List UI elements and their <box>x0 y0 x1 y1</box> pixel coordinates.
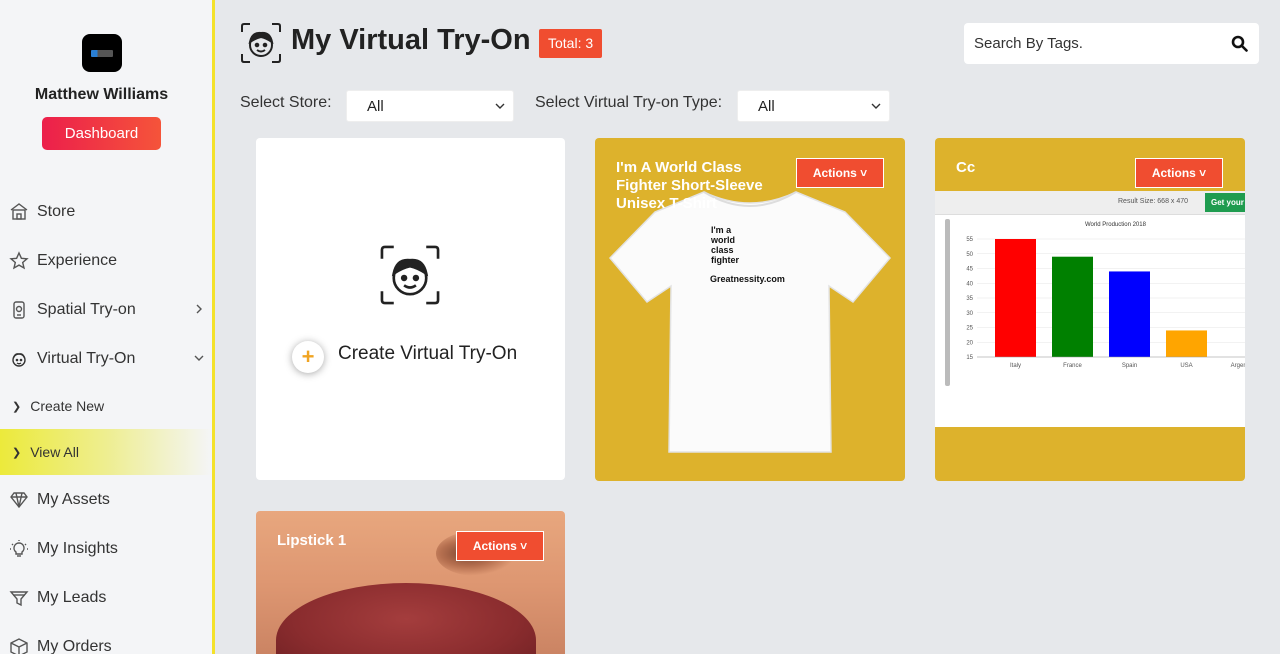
sidebar-item-spatial-try-on[interactable]: Spatial Try-on <box>0 285 212 334</box>
sidebar-item-virtual-try-on[interactable]: Virtual Try-On <box>0 334 212 383</box>
sidebar-nav: Store Experience Spatial Try-on Virtual … <box>0 187 212 654</box>
try-on-card-cc[interactable]: Cc Actions ˅ Result Size: 668 x 470 Get … <box>935 138 1245 481</box>
actions-button[interactable]: Actions ˅ <box>456 531 544 561</box>
x-tick-label: USA <box>1180 363 1192 369</box>
actions-button[interactable]: Actions ˅ <box>1135 158 1223 188</box>
sidebar-item-label: Experience <box>37 251 118 269</box>
result-size-text: Result Size: 668 x 470 <box>1118 198 1189 205</box>
sidebar-item-label: Spatial Try-on <box>37 300 136 318</box>
sidebar-item-label: My Leads <box>37 588 107 606</box>
chart-title: World Production 2018 <box>1085 222 1146 228</box>
sidebar-item-my-leads[interactable]: My Leads <box>0 573 212 622</box>
chevron-down-icon <box>871 98 881 115</box>
y-tick-label: 20 <box>966 340 973 346</box>
card-title: Lipstick 1 <box>277 532 347 549</box>
y-tick-label: 55 <box>966 237 973 243</box>
y-tick-label: 40 <box>966 281 973 287</box>
star-icon <box>8 250 30 272</box>
lips-image <box>276 583 536 654</box>
chevron-down-icon <box>194 350 204 368</box>
x-tick-label: France <box>1063 363 1082 369</box>
search-input[interactable] <box>964 23 1219 64</box>
x-tick-label: Argentina <box>1231 363 1245 369</box>
chevron-right-icon <box>194 301 204 319</box>
sidebar: Matthew Williams Dashboard Store Experie… <box>0 0 215 654</box>
face-scan-icon <box>379 244 441 306</box>
search-icon[interactable] <box>1219 35 1259 52</box>
sidebar-item-my-assets[interactable]: My Assets <box>0 475 212 524</box>
tshirt-image <box>609 191 891 453</box>
tshirt-print-site: Greatnessity.com <box>710 274 785 284</box>
bar-chart: 55 50 45 40 35 30 25 20 15 Italy France Spain USA Arg… <box>966 237 1245 369</box>
sidebar-item-store[interactable]: Store <box>0 187 212 236</box>
store-select-value: All <box>367 97 384 115</box>
create-virtual-try-on-label: Create Virtual Try-On <box>338 343 518 364</box>
sidebar-item-label: My Insights <box>37 539 118 557</box>
sidebar-subitem-create-new[interactable]: ❯ Create New <box>0 383 212 429</box>
bar-spain <box>1109 271 1150 357</box>
diamond-icon <box>8 489 30 511</box>
total-badge: Total: 3 <box>539 29 603 58</box>
brand-logo[interactable] <box>82 34 122 72</box>
create-virtual-try-on-card[interactable]: + Create Virtual Try-On <box>256 138 565 480</box>
chart-screenshot: Result Size: 668 x 470 Get your World Pr… <box>935 191 1245 427</box>
bar-italy <box>995 239 1036 357</box>
card-title: Cc <box>956 159 976 176</box>
y-tick-label: 25 <box>966 326 973 332</box>
chevron-down-icon: ˅ <box>1199 166 1207 180</box>
chevron-right-icon: ❯ <box>12 400 22 413</box>
y-tick-label: 50 <box>966 252 973 258</box>
box-icon <box>8 636 30 654</box>
card-title: I'm A World Class Fighter Short-Sleeve U… <box>616 159 763 212</box>
sidebar-item-my-orders[interactable]: My Orders <box>0 622 212 654</box>
search-bar <box>964 23 1259 64</box>
scrollbar <box>945 219 950 386</box>
plus-icon[interactable]: + <box>292 341 324 373</box>
y-tick-label: 30 <box>966 311 973 317</box>
x-tick-label: Spain <box>1122 363 1137 369</box>
face-icon <box>8 348 30 370</box>
sidebar-subitem-view-all[interactable]: ❯ View All <box>0 429 212 475</box>
sidebar-item-label: My Assets <box>37 490 110 508</box>
main-content: My Virtual Try-On Total: 3 Select Store:… <box>215 0 1280 654</box>
type-select-value: All <box>758 97 775 115</box>
user-name: Matthew Williams <box>34 86 169 103</box>
chevron-down-icon: ˅ <box>860 166 868 180</box>
tshirt-print-text: I'm a world class fighter <box>711 225 739 265</box>
type-filter-label: Select Virtual Try-on Type: <box>535 94 723 111</box>
store-select[interactable]: All <box>346 90 514 122</box>
get-your-button: Get your <box>1205 193 1245 212</box>
store-icon <box>8 201 30 223</box>
y-tick-label: 45 <box>966 267 973 273</box>
chevron-down-icon: ˅ <box>520 539 528 553</box>
x-tick-label: Italy <box>1010 363 1021 369</box>
dashboard-button[interactable]: Dashboard <box>42 117 161 150</box>
chevron-right-icon: ❯ <box>12 446 22 459</box>
type-select[interactable]: All <box>737 90 890 122</box>
bar-usa <box>1166 330 1207 357</box>
actions-button[interactable]: Actions ˅ <box>796 158 884 188</box>
try-on-card-lipstick[interactable]: Lipstick 1 Actions ˅ <box>256 511 565 654</box>
sidebar-item-label: Virtual Try-On <box>37 349 136 367</box>
sidebar-item-experience[interactable]: Experience <box>0 236 212 285</box>
bar-france <box>1052 256 1093 357</box>
bulb-icon <box>8 538 30 560</box>
y-tick-label: 15 <box>966 355 973 361</box>
sidebar-subitem-label: Create New <box>30 398 105 414</box>
page-title: My Virtual Try-On <box>291 24 531 56</box>
try-on-card-tshirt[interactable]: I'm A World Class Fighter Short-Sleeve U… <box>595 138 905 481</box>
sidebar-item-my-insights[interactable]: My Insights <box>0 524 212 573</box>
y-tick-label: 35 <box>966 296 973 302</box>
sidebar-subitem-label: View All <box>30 444 79 460</box>
sidebar-item-label: Store <box>37 202 76 220</box>
sidebar-item-label: My Orders <box>37 637 112 654</box>
funnel-icon <box>8 587 30 609</box>
face-scan-icon <box>240 22 282 64</box>
phone-ar-icon <box>8 299 30 321</box>
chevron-down-icon <box>495 98 505 115</box>
store-filter-label: Select Store: <box>240 94 332 111</box>
